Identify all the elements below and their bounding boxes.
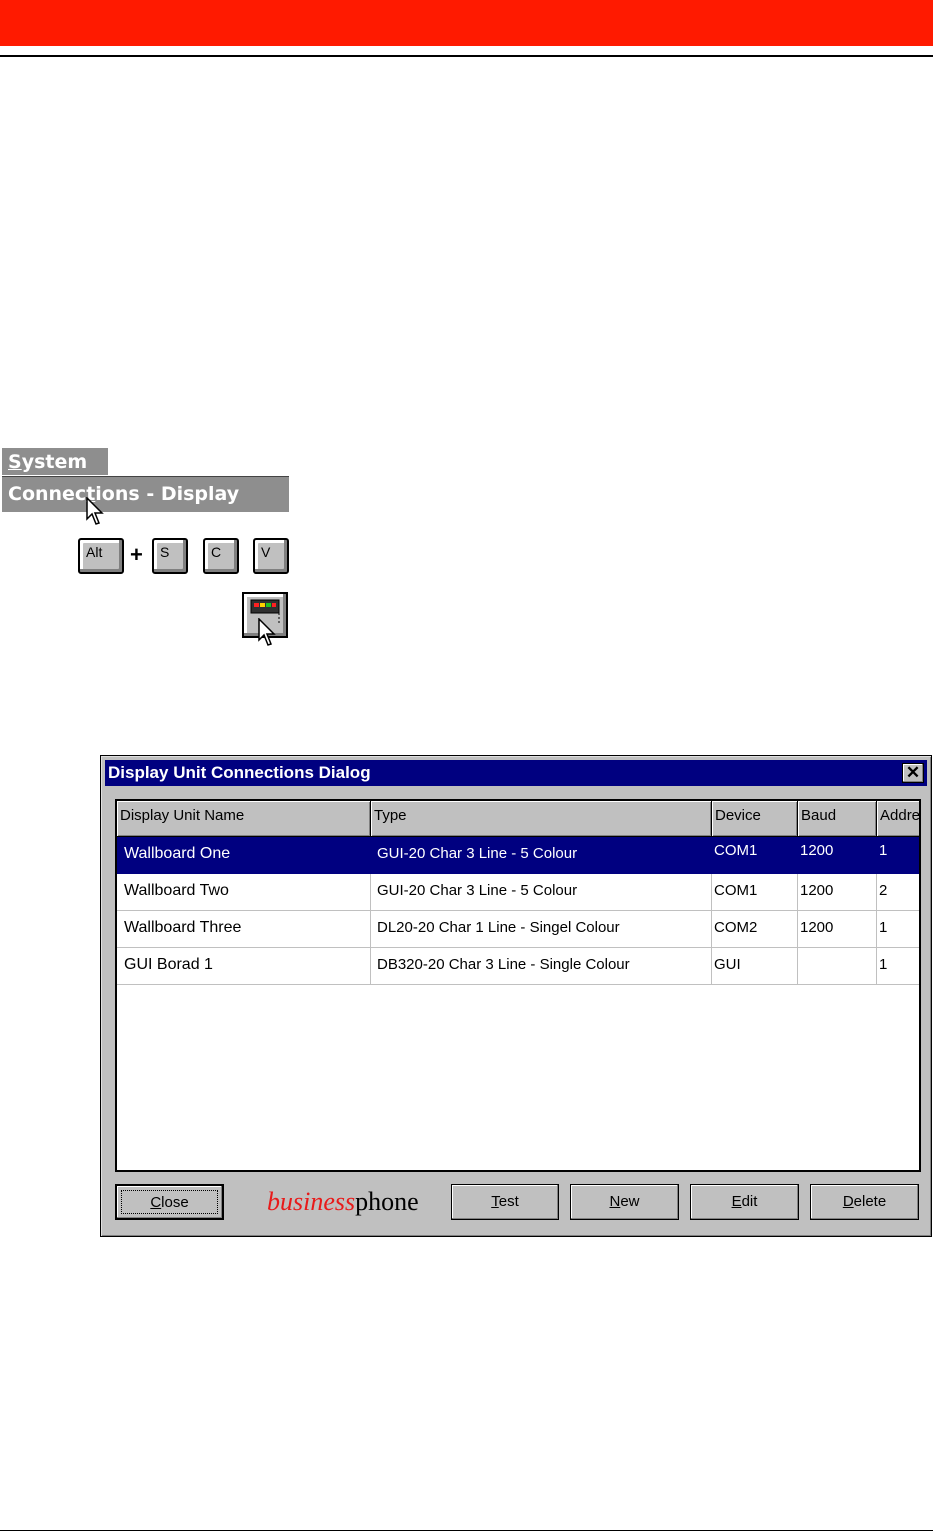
table-row[interactable]: Wallboard Three DL20-20 Char 1 Line - Si… <box>117 911 919 948</box>
cell-address: 1 <box>877 911 919 948</box>
dialog-title: Display Unit Connections Dialog <box>108 763 371 782</box>
mouse-pointer-icon <box>86 497 104 525</box>
logo-part-business: business <box>267 1187 356 1216</box>
cell-baud: 1200 <box>798 911 877 948</box>
cell-device: COM1 <box>712 837 798 874</box>
new-button-mnemonic: N <box>609 1193 621 1210</box>
cell-device: COM1 <box>712 874 798 911</box>
display-unit-connections-toolbar-button[interactable] <box>242 592 288 646</box>
cell-name: Wallboard Three <box>117 911 371 948</box>
cell-type: DL20-20 Char 1 Line - Singel Colour <box>371 911 712 948</box>
c-key: C <box>203 538 239 574</box>
plus-sign: + <box>130 542 143 567</box>
cell-name: Wallboard One <box>117 837 371 874</box>
cell-baud <box>798 948 877 985</box>
cell-baud: 1200 <box>798 874 877 911</box>
table-row[interactable]: GUI Borad 1 DB320-20 Char 3 Line - Singl… <box>117 948 919 985</box>
close-button[interactable]: Close <box>115 1184 224 1220</box>
cell-device: COM2 <box>712 911 798 948</box>
system-menu-label: ystem <box>21 451 88 473</box>
cell-device: GUI <box>712 948 798 985</box>
test-button[interactable]: Test <box>451 1184 559 1220</box>
delete-button[interactable]: Delete <box>810 1184 919 1220</box>
test-button-label: est <box>498 1193 519 1210</box>
cell-name: GUI Borad 1 <box>117 948 371 985</box>
cell-address: 1 <box>877 837 919 874</box>
system-menu-mnemonic: S <box>8 451 22 473</box>
logo-part-phone: phone <box>355 1187 419 1216</box>
cell-address: 2 <box>877 874 919 911</box>
cell-name: Wallboard Two <box>117 874 371 911</box>
display-units-list[interactable]: Display Unit Name Type Device Baud Addre… <box>115 799 921 1172</box>
table-row[interactable]: Wallboard One GUI-20 Char 3 Line - 5 Col… <box>117 837 919 874</box>
delete-button-label: elete <box>853 1193 887 1210</box>
column-header-baud[interactable]: Baud <box>798 801 877 837</box>
column-header-address[interactable]: Address <box>877 801 919 837</box>
header-rule <box>0 55 933 57</box>
menu-item-label-part: Connec <box>8 483 87 505</box>
cell-type: DB320-20 Char 3 Line - Single Colour <box>371 948 712 985</box>
edit-button-label: dit <box>741 1193 758 1210</box>
cell-type: GUI-20 Char 3 Line - 5 Colour <box>371 837 712 874</box>
dialog-title-bar[interactable]: Display Unit Connections Dialog ✕ <box>105 760 927 786</box>
column-header-name[interactable]: Display Unit Name <box>117 801 371 837</box>
s-key: S <box>152 538 188 574</box>
table-row[interactable]: Wallboard Two GUI-20 Char 3 Line - 5 Col… <box>117 874 919 911</box>
cell-baud: 1200 <box>798 837 877 874</box>
close-icon[interactable]: ✕ <box>902 763 924 783</box>
new-button[interactable]: New <box>570 1184 679 1220</box>
cell-type: GUI-20 Char 3 Line - 5 Colour <box>371 874 712 911</box>
cell-address: 1 <box>877 948 919 985</box>
mouse-pointer-icon <box>258 618 276 646</box>
test-button-mnemonic: T <box>491 1193 499 1210</box>
display-unit-connections-dialog: Display Unit Connections Dialog ✕ Displa… <box>100 755 932 1237</box>
businessphone-logo: businessphone <box>267 1184 419 1220</box>
list-header: Display Unit Name Type Device Baud Addre… <box>117 801 919 837</box>
column-header-type[interactable]: Type <box>371 801 712 837</box>
page-header-bar <box>0 0 933 46</box>
delete-button-mnemonic: D <box>842 1193 854 1210</box>
v-key: V <box>253 538 289 574</box>
footer-rule <box>0 1530 933 1531</box>
alt-key: Alt <box>78 538 124 574</box>
focus-rectangle <box>121 1190 218 1214</box>
edit-button[interactable]: Edit <box>690 1184 799 1220</box>
column-header-device[interactable]: Device <box>712 801 798 837</box>
connections-display-units-menu-item[interactable]: Connections - Display Units <box>2 476 289 540</box>
new-button-label: ew <box>620 1193 640 1210</box>
system-menu[interactable]: System <box>2 448 108 476</box>
edit-button-mnemonic: E <box>731 1193 742 1210</box>
